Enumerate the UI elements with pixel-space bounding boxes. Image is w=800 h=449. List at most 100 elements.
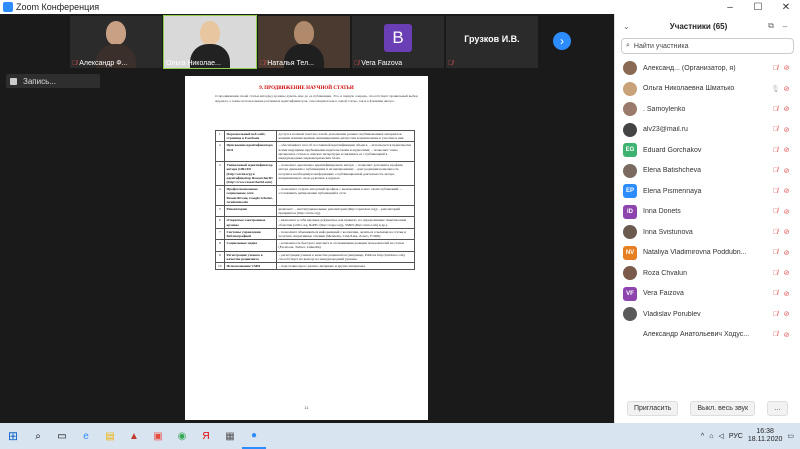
video-off-icon[interactable]: ⊘ xyxy=(781,126,792,134)
mic-muted-icon[interactable]: 🎙̸ xyxy=(770,229,781,236)
maximize-button[interactable]: ☐ xyxy=(744,2,772,13)
search-icon[interactable]: ⌕ xyxy=(26,423,50,449)
participants-title: Участники (65) xyxy=(669,21,728,31)
video-off-icon[interactable]: ⊘ xyxy=(781,167,792,175)
video-off-icon[interactable]: ⊘ xyxy=(781,146,792,154)
row-number: 8 xyxy=(215,239,225,252)
avatar: EP xyxy=(623,184,637,199)
mic-muted-icon[interactable]: 🎙̸ xyxy=(770,311,781,318)
participant-name: Elena Pismennaya xyxy=(643,187,702,195)
participant-row[interactable]: Elena Batishcheva 🎙̸ ⊘ xyxy=(615,161,800,182)
video-tile[interactable]: 🎙̸ Наталья Тел... xyxy=(258,16,350,68)
popout-icon[interactable]: ⧉ xyxy=(764,21,778,31)
video-off-icon[interactable]: ⊘ xyxy=(781,105,792,113)
mic-muted-icon[interactable]: 🎙̸ xyxy=(770,290,781,297)
more-options-button[interactable]: … xyxy=(767,400,789,416)
participant-row[interactable]: Inna Svistunova 🎙̸ ⊘ xyxy=(615,222,800,243)
video-tile[interactable]: B 🎙̸ Vera Faizova xyxy=(352,16,444,68)
gift-icon[interactable]: ▣ xyxy=(146,423,170,449)
row-title: Персональный веб-сайт, страница в Facebo… xyxy=(223,129,277,143)
search-participant-field[interactable]: ⌕ Найти участника xyxy=(621,38,794,54)
system-clock[interactable]: 16:38 18.11.2020 xyxy=(748,428,783,444)
minimize-button[interactable]: – xyxy=(716,2,744,13)
video-off-icon[interactable]: ⊘ xyxy=(781,269,792,277)
table-row: 5 Репозитории включает: – институциональны… xyxy=(215,205,415,218)
invite-button[interactable]: Пригласить xyxy=(626,400,679,416)
mic-muted-icon[interactable]: 🎙̸ xyxy=(770,106,781,113)
video-off-icon[interactable]: ⊘ xyxy=(781,331,792,339)
avatar xyxy=(623,163,637,178)
edge-browser-icon[interactable]: e xyxy=(74,423,98,449)
tile-name: Ольга Николае... xyxy=(166,60,221,67)
participant-row[interactable]: EG Eduard Gorchakov 🎙̸ ⊘ xyxy=(615,140,800,161)
participant-name: Inna Svistunova xyxy=(643,228,693,236)
row-description: – позволяют обмениваться информацией с к… xyxy=(275,227,415,241)
mic-muted-icon[interactable]: 🎙̸ xyxy=(770,167,781,174)
clock-date: 18.11.2020 xyxy=(747,436,783,443)
video-tile[interactable]: 🎙̸ Александр Ф... xyxy=(70,16,162,68)
keyboard-language[interactable]: РУС xyxy=(729,433,743,440)
participant-row[interactable]: EP Elena Pismennaya 🎙̸ ⊘ xyxy=(615,181,800,202)
chevron-up-icon[interactable]: ^ xyxy=(701,433,704,440)
chevron-right-icon[interactable]: › xyxy=(553,32,571,50)
participant-row[interactable]: . Samoylenko 🎙̸ ⊘ xyxy=(615,99,800,120)
video-off-icon[interactable]: ⊘ xyxy=(781,208,792,216)
participant-row[interactable]: alv23@mail.ru 🎙̸ ⊘ xyxy=(615,120,800,141)
mute-all-button[interactable]: Выкл. весь звук xyxy=(690,400,756,416)
participant-row[interactable]: Roza Chvalun 🎙̸ ⊘ xyxy=(615,263,800,284)
mic-muted-icon[interactable]: 🎙̸ xyxy=(770,249,781,256)
video-off-icon[interactable]: ⊘ xyxy=(781,85,792,93)
mic-muted-icon[interactable]: 🎙̸ xyxy=(770,147,781,154)
chrome-browser-icon[interactable]: ◉ xyxy=(170,423,194,449)
video-off-icon[interactable]: ⊘ xyxy=(781,290,792,298)
video-tile[interactable]: Грузков И.В. 🎙̸ xyxy=(446,16,538,68)
table-row: 10 Использование СМИ – подготовка пресс-ре… xyxy=(215,262,415,271)
table-row: 1 Персональный веб-сайт, страница в Faceb… xyxy=(215,129,415,143)
participant-name: Nataliya Vladimirovna Poddubn... xyxy=(643,249,747,257)
volume-icon[interactable]: ◁ xyxy=(718,432,723,440)
participant-name: Elena Batishcheva xyxy=(643,167,701,175)
participant-row[interactable]: Александ... (Организатор, я) 🎙̸ ⊘ xyxy=(615,58,800,79)
title-bar: Zoom Конференция – ☐ ✕ xyxy=(0,0,800,14)
mic-on-icon[interactable]: 🎙 xyxy=(770,85,781,93)
participant-row[interactable]: ID Inna Donets 🎙̸ ⊘ xyxy=(615,202,800,223)
recording-button[interactable]: Запись... xyxy=(6,74,100,88)
file-explorer-icon[interactable]: ▤ xyxy=(98,423,122,449)
participant-row[interactable]: Александр Анатольевич Ходус... 🎙̸ ⊘ xyxy=(615,325,800,346)
row-description: – обеспечивает способ постоянной идентиф… xyxy=(275,141,415,163)
windows-start-icon[interactable]: ⊞ xyxy=(0,423,26,449)
video-off-icon[interactable]: ⊘ xyxy=(781,310,792,318)
mic-muted-icon[interactable]: 🎙̸ xyxy=(770,208,781,215)
video-off-icon[interactable]: ⊘ xyxy=(781,64,792,72)
participant-row[interactable]: NV Nataliya Vladimirovna Poddubn... 🎙̸ ⊘ xyxy=(615,243,800,264)
zoom-taskbar-icon[interactable]: ● xyxy=(242,423,266,449)
mic-muted-icon[interactable]: 🎙̸ xyxy=(770,331,781,338)
collapse-chevron-icon[interactable]: ⌄ xyxy=(623,22,633,31)
yandex-browser-icon[interactable]: Я xyxy=(194,423,218,449)
close-button[interactable]: ✕ xyxy=(772,2,800,13)
search-icon: ⌕ xyxy=(626,42,630,49)
pdf-reader-icon[interactable]: ▲ xyxy=(122,423,146,449)
mic-muted-icon[interactable]: 🎙̸ xyxy=(770,188,781,195)
row-title: Регистрация ученого в качестве рецензент… xyxy=(223,250,277,264)
mic-muted-icon[interactable]: 🎙̸ xyxy=(770,270,781,277)
participant-row[interactable]: Ольга Николаевна Шматько 🎙 ⊘ xyxy=(615,79,800,100)
video-off-icon[interactable]: ⊘ xyxy=(781,228,792,236)
document-intro: О продвижении своей статьи автор(ы) долж… xyxy=(215,94,418,103)
mic-muted-icon[interactable]: 🎙̸ xyxy=(770,126,781,133)
minimize-panel-icon[interactable]: – xyxy=(778,22,792,31)
row-description: включает: – институциональные репозитори… xyxy=(275,205,415,218)
store-icon[interactable]: ▦ xyxy=(218,423,242,449)
video-off-icon[interactable]: ⊘ xyxy=(781,187,792,195)
network-icon[interactable]: ⌂ xyxy=(709,433,713,440)
participants-panel: ⌄ Участники (65) ⧉ – ⌕ Найти участника А… xyxy=(614,14,800,423)
row-title: Репозитории xyxy=(223,205,277,218)
video-tile-active[interactable]: Ольга Николае... xyxy=(163,15,257,69)
participant-row[interactable]: Vladislav Porublev 🎙̸ ⊘ xyxy=(615,304,800,325)
participant-row[interactable]: VF Vera Faizova 🎙̸ ⊘ xyxy=(615,284,800,305)
mic-muted-icon[interactable]: 🎙̸ xyxy=(770,65,781,72)
video-off-icon[interactable]: ⊘ xyxy=(781,249,792,257)
notifications-icon[interactable]: ▭ xyxy=(787,432,794,440)
task-view-icon[interactable]: ▭ xyxy=(50,423,74,449)
table-row: 4 Профессиональные социальные сети Resear… xyxy=(215,185,415,207)
